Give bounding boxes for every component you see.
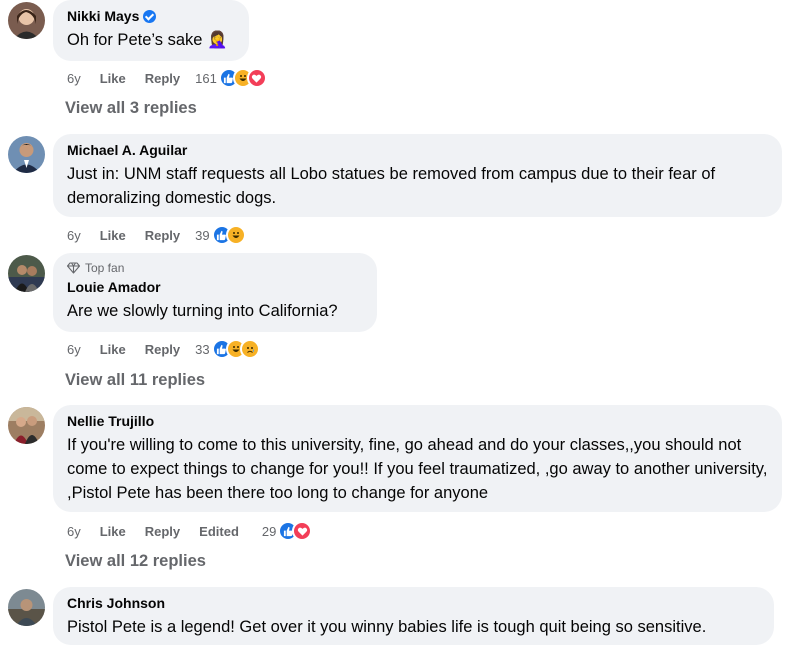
reactions-summary[interactable] [211, 225, 246, 245]
diamond-icon [67, 262, 80, 274]
comment-timestamp[interactable]: 6y [67, 71, 81, 86]
commenter-name[interactable]: Louie Amador [67, 279, 161, 295]
view-replies-link[interactable]: View all 11 replies [65, 371, 205, 390]
avatar[interactable] [8, 136, 45, 173]
reply-button[interactable]: Reply [145, 524, 180, 539]
view-replies-link[interactable]: View all 12 replies [65, 552, 206, 571]
comment-text: Just in: UNM staff requests all Lobo sta… [67, 165, 716, 207]
commenter-name[interactable]: Chris Johnson [67, 595, 165, 611]
reaction-count[interactable]: 33 [195, 342, 209, 357]
avatar[interactable] [8, 589, 45, 626]
haha-reaction-icon [225, 225, 246, 245]
reply-button[interactable]: Reply [145, 342, 180, 357]
commenter-name[interactable]: Michael A. Aguilar [67, 142, 187, 158]
comment-bubble: Chris Johnson Pistol Pete is a legend! G… [53, 587, 774, 645]
comment-timestamp[interactable]: 6y [67, 342, 81, 357]
top-fan-badge: Top fan [85, 261, 125, 275]
like-button[interactable]: Like [100, 228, 126, 243]
reaction-count[interactable]: 29 [262, 524, 276, 539]
reply-button[interactable]: Reply [145, 228, 180, 243]
view-replies-link[interactable]: View all 3 replies [65, 99, 197, 118]
verified-badge-icon [143, 9, 157, 23]
comment-bubble: Michael A. Aguilar Just in: UNM staff re… [53, 134, 782, 217]
like-button[interactable]: Like [100, 342, 126, 357]
comment-bubble: Top fan Louie Amador Are we slowly turni… [53, 253, 377, 332]
comment-actions: 6y Like Reply 39 [67, 225, 246, 245]
comment-timestamp[interactable]: 6y [67, 524, 81, 539]
comment-actions: 6y Like Reply 161 [67, 68, 267, 88]
avatar[interactable] [8, 2, 45, 39]
comment-actions: 6y Like Reply 33 [67, 339, 260, 359]
reactions-summary[interactable] [211, 339, 260, 359]
love-reaction-icon [246, 68, 267, 88]
commenter-name[interactable]: Nikki Mays [67, 8, 139, 24]
avatar[interactable] [8, 407, 45, 444]
comment-timestamp[interactable]: 6y [67, 228, 81, 243]
comment-actions: 6y Like Reply Edited 29 [67, 521, 313, 541]
comment-text: Are we slowly turning into California? [67, 302, 338, 320]
reply-button[interactable]: Reply [145, 71, 180, 86]
comment-text: If you're willing to come to this univer… [67, 436, 768, 502]
edited-label[interactable]: Edited [199, 524, 239, 539]
comment-text: Oh for Pete’s sake 🤦‍♀️ [67, 31, 228, 49]
reaction-count[interactable]: 161 [195, 71, 217, 86]
comment-bubble: Nikki Mays Oh for Pete’s sake 🤦‍♀️ [53, 0, 249, 61]
reactions-summary[interactable] [218, 68, 267, 88]
like-button[interactable]: Like [100, 71, 126, 86]
comment-text: Pistol Pete is a legend! Get over it you… [67, 618, 707, 636]
commenter-name[interactable]: Nellie Trujillo [67, 413, 154, 429]
love-reaction-icon [292, 521, 313, 541]
sad-reaction-icon [239, 339, 260, 359]
avatar[interactable] [8, 255, 45, 292]
reactions-summary[interactable] [278, 521, 313, 541]
comment-bubble: Nellie Trujillo If you're willing to com… [53, 405, 782, 512]
reaction-count[interactable]: 39 [195, 228, 209, 243]
like-button[interactable]: Like [100, 524, 126, 539]
